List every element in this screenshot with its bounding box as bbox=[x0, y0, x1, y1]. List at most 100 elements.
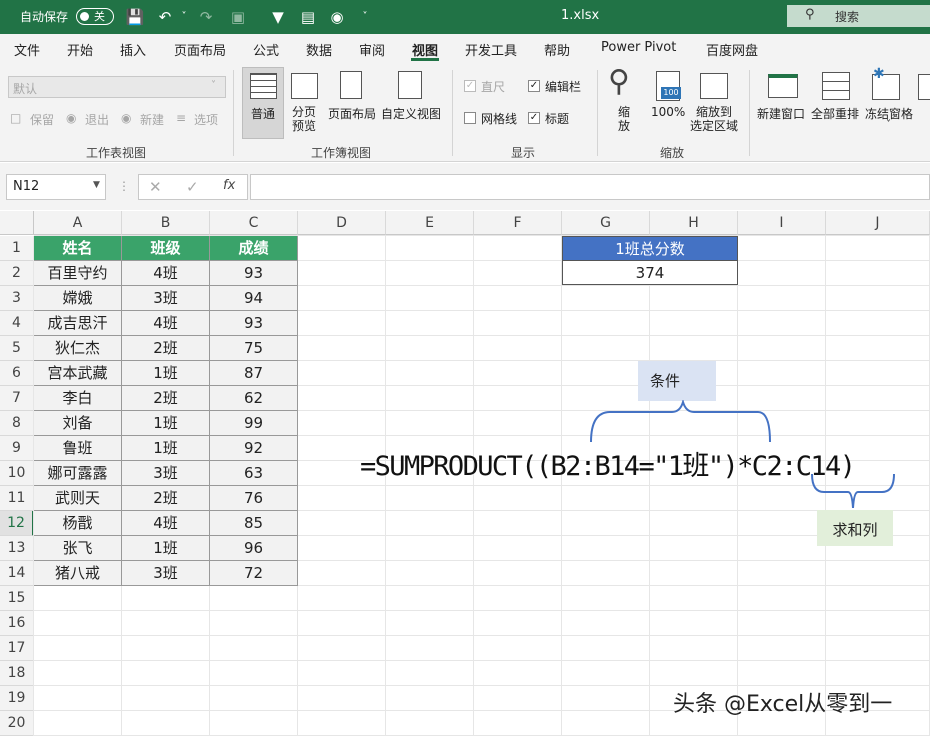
table-cell[interactable]: 刘备 bbox=[34, 411, 122, 436]
table-cell[interactable]: 4班 bbox=[122, 311, 210, 336]
zoom-selection-button[interactable]: 缩放到 选定区域 bbox=[690, 105, 738, 133]
custom-view-button[interactable]: 自定义视图 bbox=[381, 105, 441, 122]
search-box[interactable]: ⚲ 搜索 bbox=[787, 5, 930, 27]
table-cell[interactable]: 宫本武藏 bbox=[34, 361, 122, 386]
redo-icon[interactable]: ↷ bbox=[196, 7, 216, 27]
headings-checkbox[interactable]: ✓ bbox=[528, 112, 540, 124]
sheet-view-dropdown[interactable]: 默认 ˅ bbox=[8, 76, 226, 98]
page-break-button[interactable]: 分页 预览 bbox=[292, 105, 316, 133]
table-cell[interactable]: 85 bbox=[210, 511, 298, 536]
table-cell[interactable]: 2班 bbox=[122, 486, 210, 511]
table-cell[interactable]: 99 bbox=[210, 411, 298, 436]
row-header-5[interactable]: 5 bbox=[0, 336, 34, 361]
row-header-9[interactable]: 9 bbox=[0, 436, 34, 461]
table-cell[interactable]: 76 bbox=[210, 486, 298, 511]
table-cell[interactable]: 3班 bbox=[122, 461, 210, 486]
filter-icon[interactable]: ▼ bbox=[268, 7, 288, 27]
row-header-6[interactable]: 6 bbox=[0, 361, 34, 386]
row-header-11[interactable]: 11 bbox=[0, 486, 34, 511]
column-header-d[interactable]: D bbox=[298, 211, 386, 235]
options-button[interactable]: 选项 bbox=[194, 111, 218, 128]
exit-button[interactable]: 退出 bbox=[85, 111, 109, 128]
column-header-c[interactable]: C bbox=[210, 211, 298, 235]
page-layout-button[interactable]: 页面布局 bbox=[328, 105, 376, 122]
table-cell[interactable]: 1班 bbox=[122, 436, 210, 461]
table-cell[interactable]: 2班 bbox=[122, 336, 210, 361]
row-header-3[interactable]: 3 bbox=[0, 286, 34, 311]
select-all-corner[interactable] bbox=[0, 211, 34, 235]
insert-function-icon[interactable]: fx bbox=[223, 178, 235, 193]
table-cell[interactable]: 百里守约 bbox=[34, 261, 122, 286]
more-options-icon[interactable]: ⋮ bbox=[118, 179, 130, 193]
menu-help[interactable]: 帮助 bbox=[544, 40, 570, 59]
table-header-cell[interactable]: 班级 bbox=[122, 236, 210, 261]
arrange-all-button[interactable]: 全部重排 bbox=[811, 105, 859, 122]
table-header-cell[interactable]: 成绩 bbox=[210, 236, 298, 261]
table-cell[interactable]: 鲁班 bbox=[34, 436, 122, 461]
undo-dropdown-icon[interactable]: ˅ bbox=[174, 7, 194, 27]
name-box[interactable]: N12 ▼ bbox=[6, 174, 106, 200]
table-cell[interactable]: 张飞 bbox=[34, 536, 122, 561]
format-painter-icon[interactable]: ▣ bbox=[228, 7, 248, 27]
table-cell[interactable]: 62 bbox=[210, 386, 298, 411]
row-header-14[interactable]: 14 bbox=[0, 561, 34, 586]
table-cell[interactable]: 4班 bbox=[122, 261, 210, 286]
row-header-17[interactable]: 17 bbox=[0, 636, 34, 661]
menu-formulas[interactable]: 公式 bbox=[253, 40, 279, 59]
table-cell[interactable]: 93 bbox=[210, 311, 298, 336]
ruler-checkbox[interactable]: ✓ bbox=[464, 80, 476, 92]
table-cell[interactable]: 92 bbox=[210, 436, 298, 461]
table-cell[interactable]: 杨戬 bbox=[34, 511, 122, 536]
row-header-10[interactable]: 10 bbox=[0, 461, 34, 486]
camera-icon[interactable]: ◉ bbox=[327, 7, 347, 27]
table-cell[interactable]: 4班 bbox=[122, 511, 210, 536]
row-header-1[interactable]: 1 bbox=[0, 236, 34, 261]
row-header-15[interactable]: 15 bbox=[0, 586, 34, 611]
row-header-13[interactable]: 13 bbox=[0, 536, 34, 561]
menu-home[interactable]: 开始 bbox=[67, 40, 93, 59]
row-header-2[interactable]: 2 bbox=[0, 261, 34, 286]
menu-power-pivot[interactable]: Power Pivot bbox=[601, 40, 676, 55]
table-cell[interactable]: 1班 bbox=[122, 361, 210, 386]
zoom-button[interactable]: 缩 放 bbox=[618, 105, 630, 133]
column-header-g[interactable]: G bbox=[562, 211, 650, 235]
summary-value[interactable]: 374 bbox=[562, 260, 738, 285]
table-cell[interactable]: 1班 bbox=[122, 536, 210, 561]
table-cell[interactable]: 李白 bbox=[34, 386, 122, 411]
column-header-j[interactable]: J bbox=[826, 211, 930, 235]
table-header-cell[interactable]: 姓名 bbox=[34, 236, 122, 261]
row-header-12[interactable]: 12 bbox=[0, 511, 34, 536]
table-cell[interactable]: 娜可露露 bbox=[34, 461, 122, 486]
row-header-7[interactable]: 7 bbox=[0, 386, 34, 411]
formula-bar-checkbox[interactable]: ✓ bbox=[528, 80, 540, 92]
new-window-button[interactable]: 新建窗口 bbox=[757, 105, 805, 122]
row-header-16[interactable]: 16 bbox=[0, 611, 34, 636]
table-cell[interactable]: 成吉思汗 bbox=[34, 311, 122, 336]
menu-review[interactable]: 审阅 bbox=[359, 40, 385, 59]
autosave-toggle[interactable]: 关 bbox=[76, 8, 114, 25]
table-cell[interactable]: 94 bbox=[210, 286, 298, 311]
menu-view[interactable]: 视图 bbox=[412, 40, 438, 59]
row-header-4[interactable]: 4 bbox=[0, 311, 34, 336]
chevron-down-icon[interactable]: ˅ bbox=[886, 119, 891, 130]
table-cell[interactable]: 63 bbox=[210, 461, 298, 486]
column-header-b[interactable]: B bbox=[122, 211, 210, 235]
table-cell[interactable]: 3班 bbox=[122, 561, 210, 586]
row-header-20[interactable]: 20 bbox=[0, 711, 34, 736]
table-cell[interactable]: 武则天 bbox=[34, 486, 122, 511]
column-header-a[interactable]: A bbox=[34, 211, 122, 235]
menu-file[interactable]: 文件 bbox=[14, 40, 40, 59]
column-header-e[interactable]: E bbox=[386, 211, 474, 235]
summary-header[interactable]: 1班总分数 bbox=[562, 236, 738, 261]
formula-input[interactable] bbox=[250, 174, 930, 200]
row-header-19[interactable]: 19 bbox=[0, 686, 34, 711]
column-header-i[interactable]: I bbox=[738, 211, 826, 235]
new-view-button[interactable]: 新建 bbox=[140, 111, 164, 128]
form-icon[interactable]: ▤ bbox=[298, 7, 318, 27]
zoom-100-button[interactable]: 100% bbox=[651, 105, 685, 119]
table-cell[interactable]: 72 bbox=[210, 561, 298, 586]
table-cell[interactable]: 猪八戒 bbox=[34, 561, 122, 586]
table-cell[interactable]: 1班 bbox=[122, 411, 210, 436]
menu-data[interactable]: 数据 bbox=[306, 40, 332, 59]
table-cell[interactable]: 3班 bbox=[122, 286, 210, 311]
